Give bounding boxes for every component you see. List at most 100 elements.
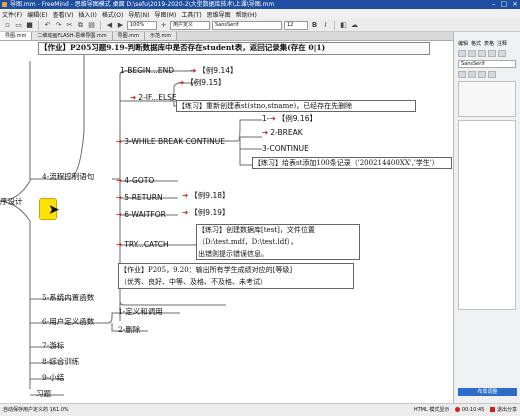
copy-icon[interactable]: ⧉ <box>76 21 85 30</box>
node-flow-control[interactable]: 4-流程控制语句 <box>42 172 94 182</box>
node-return[interactable]: ➜ 5-RETURN <box>116 193 163 203</box>
menu-help[interactable]: 帮助(H) <box>236 10 257 19</box>
menu-tools[interactable]: 工具(T) <box>181 10 201 19</box>
arrow-icon: ➜ <box>130 93 137 102</box>
node-example-9-14[interactable]: ➜ 【例9.14】 <box>190 66 238 76</box>
tab-demo[interactable]: 示范.mm <box>144 32 178 40</box>
node-begin-end[interactable]: 1-BEGIN...END <box>120 66 174 76</box>
node-builtin-functions[interactable]: 5-系统内置函数 <box>42 293 94 303</box>
arrow-icon: ➜ <box>182 208 189 217</box>
tab-mindmap-2[interactable]: 导图.mm <box>112 32 145 40</box>
node-while-1[interactable]: 1-➜ 【例9.16】 <box>262 114 317 124</box>
menu-map[interactable]: 导图(M) <box>154 10 176 19</box>
panel-tab-notes[interactable]: 注释 <box>497 40 507 47</box>
panel-btn[interactable] <box>458 50 466 57</box>
node-practice-create-db-l1[interactable]: 【练习】创建数据库[test]，文件位置 <box>198 225 315 235</box>
arrow-icon: ➜ <box>269 114 276 123</box>
panel-btn[interactable] <box>478 50 486 57</box>
panel-font-field[interactable]: SansSerif <box>458 60 516 68</box>
node-example-9-19[interactable]: ➜ 【例9.19】 <box>182 208 230 218</box>
arrow-icon: ➜ <box>116 240 123 249</box>
tab-flash-mindmap[interactable]: 二维动画FLASH-思维导图.mm <box>32 32 113 40</box>
status-bar: 自动保存用户定义的 161.0% HTML 模式显示 00:10:45 退出分享 <box>0 403 520 416</box>
tab-mindmap[interactable]: 导图.mm <box>0 32 33 40</box>
node-practice-recreate-table[interactable]: 【练习】重新创建表st(stno,stname)，已经存在先删除 <box>178 101 352 111</box>
node-break[interactable]: ➜ 2-BREAK <box>262 128 303 138</box>
cloud-icon[interactable]: ☁ <box>350 21 359 30</box>
task-top-node[interactable]: 【作业】P205习题9.19-判断数据库中是否存在student表，返回记录集(… <box>40 43 325 53</box>
undo-icon[interactable]: ↶ <box>43 21 52 30</box>
node-cursor[interactable]: 7-游标 <box>42 341 64 351</box>
stop-share-button[interactable]: 退出分享 <box>490 404 517 416</box>
arrow-icon: ➜ <box>262 128 269 137</box>
panel-btn[interactable] <box>498 50 506 57</box>
node-example-9-15[interactable]: ➜ 【例9.15】 <box>178 78 226 88</box>
paste-icon[interactable]: ▤ <box>87 21 96 30</box>
back-icon[interactable]: ◀ <box>105 21 114 30</box>
arrow-icon: ➜ <box>116 176 123 185</box>
zoom-in-icon[interactable]: + <box>159 21 168 30</box>
panel-btn[interactable] <box>458 71 466 78</box>
menu-format[interactable]: 格式(O) <box>102 10 123 19</box>
panel-tab-table[interactable]: 表格 <box>484 40 494 47</box>
menu-edit[interactable]: 编辑(E) <box>27 10 47 19</box>
window-title: 导图.mm - FreeMind - 思维导图模式 桌面 D:\sefu\201… <box>10 1 275 8</box>
menu-bar: 文件(F) 编辑(E) 查看(V) 插入(I) 格式(O) 导航(N) 导图(M… <box>0 9 520 19</box>
new-icon[interactable]: ▫ <box>3 21 12 30</box>
node-goto[interactable]: ➜ 4-GOTO <box>116 176 154 186</box>
maximize-icon[interactable]: □ <box>501 0 508 9</box>
panel-edit-area[interactable] <box>458 81 516 117</box>
menu-insert[interactable]: 插入(I) <box>78 10 96 19</box>
root-node[interactable]: 序设计 <box>0 197 23 207</box>
node-practice-create-db-l2[interactable]: （D:\test.mdf，D:\test.ldf）， <box>198 237 297 247</box>
forward-icon[interactable]: ▶ <box>116 21 125 30</box>
redo-icon[interactable]: ↷ <box>54 21 63 30</box>
node-practice-create-db-l3[interactable]: 出错则提示错误信息。 <box>198 249 268 259</box>
node-delete[interactable]: 2-删除 <box>118 325 140 335</box>
panel-tab-format[interactable]: 格式 <box>471 40 481 47</box>
node-user-functions[interactable]: 6-用户定义函数 <box>42 317 94 327</box>
cut-icon[interactable]: ✂ <box>65 21 74 30</box>
node-example-9-18[interactable]: ➜ 【例9.18】 <box>182 191 230 201</box>
close-icon[interactable]: × <box>512 0 518 9</box>
font-select[interactable]: SansSerif <box>212 20 282 30</box>
arrow-icon: ➜ <box>190 66 197 75</box>
node-exercises[interactable]: 习题 <box>36 389 51 399</box>
recording-indicator: 00:10:45 <box>455 404 484 416</box>
arrow-icon: ➜ <box>178 78 185 87</box>
node-continue[interactable]: 3-CONTINUE <box>262 144 309 154</box>
zoom-select[interactable]: 100% <box>127 20 157 30</box>
node-task-grade-l1[interactable]: 【作业】P205，9.20：输出所有学生成绩对应的[等级] <box>120 265 292 275</box>
mindmap-canvas[interactable]: 序设计 【作业】P205习题9.19-判断数据库中是否存在student表，返回… <box>0 41 453 403</box>
node-task-grade-l2[interactable]: （优秀、良好、中等、及格、不及格、未考试） <box>120 277 267 287</box>
node-practice-add-records[interactable]: 【练习】给表st添加100条记录（'200214400XX','学生'） <box>254 158 439 168</box>
arrow-icon: ➜ <box>116 210 123 219</box>
color-icon[interactable]: ◧ <box>339 21 348 30</box>
menu-view[interactable]: 查看(V) <box>53 10 74 19</box>
open-icon[interactable]: ▭ <box>14 21 23 30</box>
panel-btn[interactable] <box>488 50 496 57</box>
node-summary[interactable]: 9-小结 <box>42 373 64 383</box>
panel-btn[interactable] <box>468 50 476 57</box>
minimize-icon[interactable]: – <box>492 0 496 9</box>
node-try-catch[interactable]: ➜ TRY...CATCH <box>116 240 169 250</box>
node-if-else[interactable]: ➜ 2-IF...ELSE <box>130 93 177 103</box>
font-size-select[interactable]: 12 <box>284 20 308 30</box>
menu-navigate[interactable]: 导航(N) <box>128 10 149 19</box>
menu-file[interactable]: 文件(F) <box>2 10 22 19</box>
layout-adjust-button[interactable]: 布局调整 <box>458 388 517 396</box>
panel-btn[interactable] <box>478 71 486 78</box>
panel-btn[interactable] <box>488 71 496 78</box>
node-define-call[interactable]: 1-定义和调用 <box>118 307 163 317</box>
save-icon[interactable]: ■ <box>25 21 34 30</box>
italic-icon[interactable]: I <box>321 21 330 30</box>
menu-mindmap[interactable]: 思维导图 <box>207 10 231 19</box>
node-while-break-continue[interactable]: ➜ 3-WHILE BREAK CONTINUE <box>116 137 225 147</box>
panel-tab-edit[interactable]: 编辑 <box>458 40 468 47</box>
panel-btn[interactable] <box>468 71 476 78</box>
node-waitfor[interactable]: ➜ 6-WAITFOR <box>116 210 166 220</box>
bold-icon[interactable]: B <box>310 21 319 30</box>
node-style-select[interactable]: 用户定义 <box>170 20 210 30</box>
node-comprehensive[interactable]: 8-综合训练 <box>42 357 79 367</box>
panel-notes-area[interactable] <box>458 120 516 310</box>
